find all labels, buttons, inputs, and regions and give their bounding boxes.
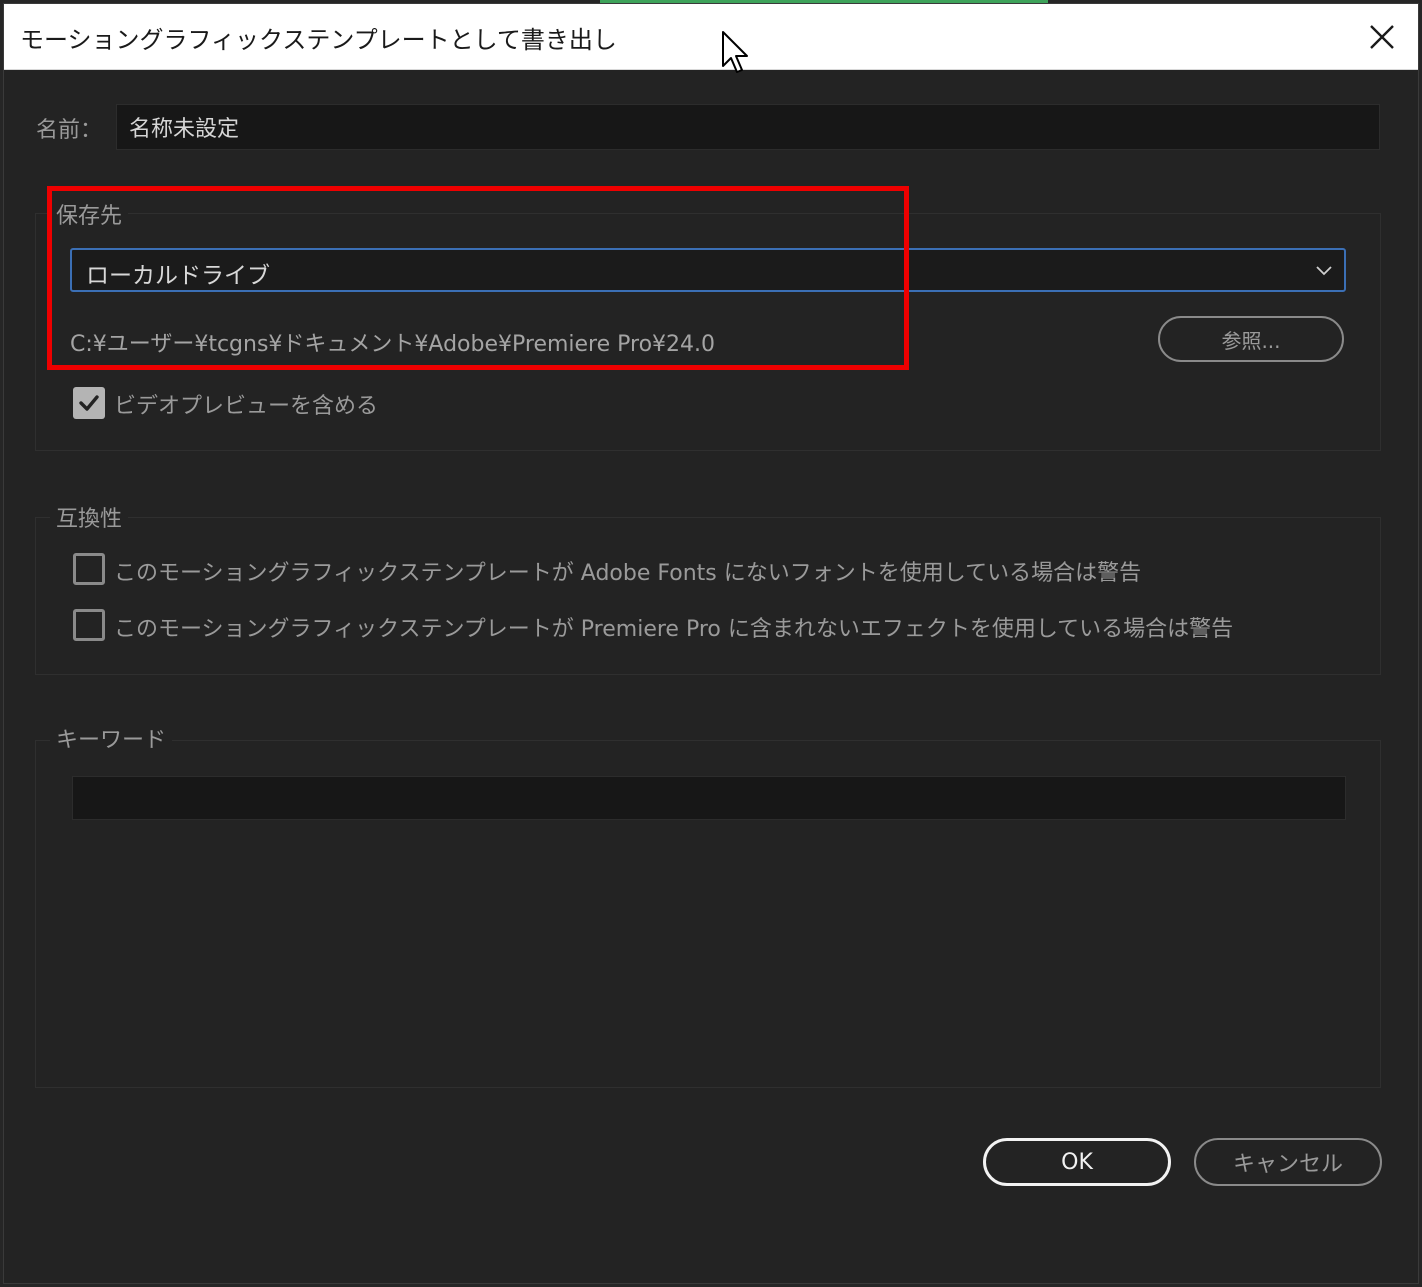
cancel-button[interactable]: キャンセル: [1194, 1138, 1382, 1186]
browse-button[interactable]: 参照...: [1158, 316, 1344, 362]
mouse-cursor-icon: [722, 31, 748, 73]
dialog-title: モーショングラフィックステンプレートとして書き出し: [20, 26, 617, 54]
include-video-preview-checkbox[interactable]: [73, 387, 105, 419]
compatibility-group: [35, 517, 1381, 675]
keywords-legend: キーワード: [50, 722, 173, 754]
include-video-preview-label: ビデオプレビューを含める: [114, 394, 379, 419]
title-bar: モーショングラフィックステンプレートとして書き出し: [4, 4, 1418, 70]
compatibility-legend: 互換性: [50, 501, 129, 533]
warn-fonts-checkbox[interactable]: [73, 553, 105, 585]
ok-button[interactable]: OK: [983, 1138, 1171, 1186]
name-input[interactable]: [116, 104, 1380, 150]
dropdown-selected-value: ローカルドライブ: [86, 263, 270, 289]
chevron-down-icon: [1316, 266, 1332, 276]
keywords-input[interactable]: [72, 776, 1346, 820]
close-button[interactable]: [1346, 4, 1418, 69]
checkmark-icon: [79, 395, 99, 411]
close-icon: [1370, 24, 1394, 49]
warn-fonts-label: このモーショングラフィックステンプレートが Adobe Fonts にないフォン…: [114, 561, 1142, 586]
warn-effects-checkbox[interactable]: [73, 609, 105, 641]
save-destination-legend: 保存先: [50, 198, 129, 230]
save-destination-dropdown[interactable]: ローカルドライブ: [70, 248, 1346, 292]
warn-effects-label: このモーショングラフィックステンプレートが Premiere Pro に含まれな…: [114, 617, 1234, 642]
save-path: C:¥ユーザー¥tcgns¥ドキュメント¥Adobe¥Premiere Pro¥…: [70, 332, 716, 357]
name-label: 名前：: [36, 118, 103, 143]
